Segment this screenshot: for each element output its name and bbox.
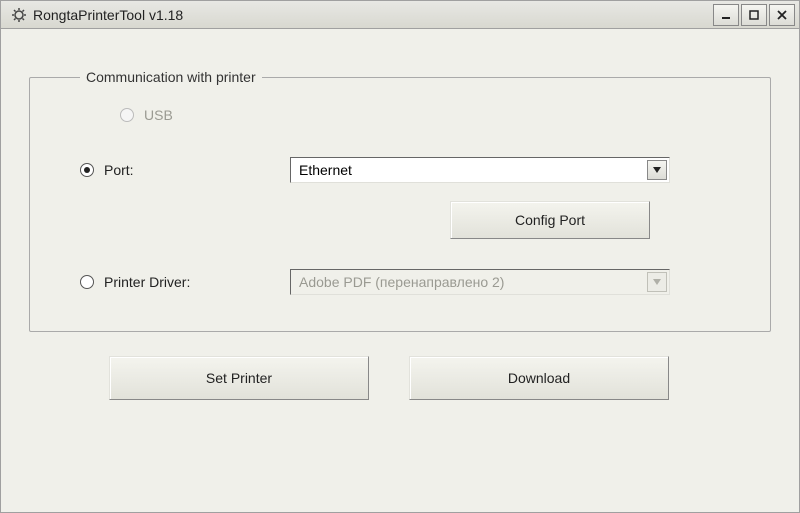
app-icon — [11, 7, 27, 23]
port-radio[interactable] — [80, 163, 94, 177]
config-port-label: Config Port — [515, 212, 585, 228]
window-controls — [713, 4, 795, 26]
client-area: Communication with printer USB Port: Eth… — [1, 29, 799, 420]
set-printer-label: Set Printer — [206, 370, 272, 386]
port-row: Port: Ethernet — [80, 157, 740, 183]
driver-radio[interactable] — [80, 275, 94, 289]
titlebar: RongtaPrinterTool v1.18 — [1, 1, 799, 29]
chevron-down-icon — [647, 272, 667, 292]
usb-label: USB — [144, 107, 173, 123]
driver-select-value: Adobe PDF (перенаправлено 2) — [299, 274, 504, 290]
driver-select: Adobe PDF (перенаправлено 2) — [290, 269, 670, 295]
window-title: RongtaPrinterTool v1.18 — [33, 7, 713, 23]
close-button[interactable] — [769, 4, 795, 26]
maximize-button[interactable] — [741, 4, 767, 26]
chevron-down-icon — [647, 160, 667, 180]
config-port-row: Config Port — [80, 201, 740, 239]
bottom-buttons: Set Printer Download — [29, 356, 771, 400]
usb-radio — [120, 108, 134, 122]
config-port-button[interactable]: Config Port — [450, 201, 650, 239]
download-button[interactable]: Download — [409, 356, 669, 400]
app-window: RongtaPrinterTool v1.18 Communication wi… — [0, 0, 800, 513]
driver-label: Printer Driver: — [104, 274, 190, 290]
port-select-value: Ethernet — [299, 162, 352, 178]
port-label: Port: — [104, 162, 134, 178]
communication-group: Communication with printer USB Port: Eth… — [29, 69, 771, 332]
port-select[interactable]: Ethernet — [290, 157, 670, 183]
minimize-button[interactable] — [713, 4, 739, 26]
set-printer-button[interactable]: Set Printer — [109, 356, 369, 400]
download-label: Download — [508, 370, 570, 386]
group-legend: Communication with printer — [80, 69, 262, 85]
driver-row: Printer Driver: Adobe PDF (перенаправлен… — [80, 269, 740, 295]
usb-row: USB — [80, 107, 740, 123]
